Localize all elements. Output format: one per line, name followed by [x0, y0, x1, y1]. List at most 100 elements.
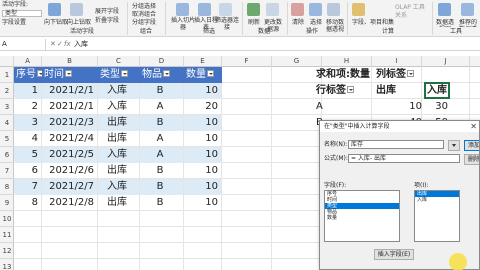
row-header[interactable]: 2: [0, 83, 14, 99]
active-field-input[interactable]: 类型: [2, 10, 42, 17]
row-header[interactable]: 12: [0, 243, 14, 259]
cancel-icon[interactable]: ✕: [50, 39, 56, 50]
filter-dropdown-icon[interactable]: [207, 69, 214, 77]
name-dropdown[interactable]: [448, 140, 460, 151]
table-cell[interactable]: A: [140, 131, 183, 147]
column-header[interactable]: G: [272, 56, 322, 67]
column-header[interactable]: D: [140, 56, 184, 67]
table-cell[interactable]: 1: [14, 83, 41, 99]
table-cell[interactable]: 2021/2/4: [42, 131, 97, 147]
chevron-down-icon[interactable]: [407, 69, 414, 77]
add-button[interactable]: 添加: [464, 140, 479, 151]
slicer-icon[interactable]: [176, 3, 189, 16]
table-header-cell[interactable]: 时间: [42, 67, 98, 83]
table-cell[interactable]: 8: [14, 195, 41, 211]
pivot-value-label[interactable]: 求和项:数量: [316, 67, 370, 83]
row-header[interactable]: 3: [0, 99, 14, 115]
group-field-button[interactable]: 分组字段: [132, 19, 156, 26]
group-selection-button[interactable]: 分组选择: [132, 3, 156, 10]
table-cell[interactable]: 20: [184, 99, 221, 115]
pivot-row-label[interactable]: 行标签: [316, 83, 354, 99]
change-source-icon[interactable]: [266, 3, 279, 16]
column-header[interactable]: F: [222, 56, 272, 67]
recommended-pivot-icon[interactable]: [461, 3, 474, 16]
column-header[interactable]: A: [14, 56, 42, 67]
table-cell[interactable]: 10: [184, 163, 221, 179]
column-header[interactable]: B: [42, 56, 98, 67]
table-cell[interactable]: 出库: [98, 115, 139, 131]
formula-input-field[interactable]: = 入库- 出库: [348, 154, 460, 163]
table-cell[interactable]: 入库: [98, 147, 139, 163]
table-cell[interactable]: 2021/2/5: [42, 147, 97, 163]
table-header-cell[interactable]: 类型: [98, 67, 140, 83]
chevron-down-icon[interactable]: [347, 85, 354, 93]
ungroup-button[interactable]: 取消组合: [132, 11, 156, 18]
row-header[interactable]: 11: [0, 227, 14, 243]
table-cell[interactable]: 入库: [98, 99, 139, 115]
column-header[interactable]: C: [98, 56, 140, 67]
table-cell[interactable]: 出库: [98, 195, 139, 211]
select-icon[interactable]: [309, 3, 322, 16]
table-cell[interactable]: 10: [184, 115, 221, 131]
list-item[interactable]: 数量: [325, 215, 399, 221]
refresh-icon[interactable]: [247, 3, 260, 16]
table-cell[interactable]: B: [140, 115, 183, 131]
table-cell[interactable]: B: [140, 83, 183, 99]
table-cell[interactable]: 2: [14, 99, 41, 115]
pivot-col-item-in[interactable]: 入库: [424, 82, 450, 99]
enter-icon[interactable]: ✓: [57, 39, 63, 50]
items-listbox[interactable]: 出库 入库: [414, 190, 460, 242]
filter-dropdown-icon[interactable]: [65, 69, 72, 77]
table-cell[interactable]: 10: [184, 131, 221, 147]
table-cell[interactable]: 5: [14, 147, 41, 163]
row-header[interactable]: 10: [0, 211, 14, 227]
fields-listbox[interactable]: 序号 时间 类型 物品 数量: [324, 190, 400, 242]
pivot-cell-a-in[interactable]: 30: [424, 99, 448, 115]
row-header[interactable]: 8: [0, 179, 14, 195]
name-box[interactable]: A: [0, 39, 46, 50]
table-cell[interactable]: 2021/2/6: [42, 163, 97, 179]
close-icon[interactable]: ✕: [470, 121, 477, 132]
row-header[interactable]: 1: [0, 67, 14, 83]
field-settings-button[interactable]: 字段设置: [2, 19, 26, 26]
table-cell[interactable]: 出库: [98, 163, 139, 179]
table-cell[interactable]: 2021/2/8: [42, 195, 97, 211]
fx-icon[interactable]: fx: [64, 39, 71, 50]
select-all-corner[interactable]: [0, 56, 14, 67]
pivot-col-label[interactable]: 列标签: [376, 67, 414, 83]
table-cell[interactable]: A: [140, 147, 183, 163]
row-header[interactable]: 5: [0, 131, 14, 147]
column-header[interactable]: E: [184, 56, 222, 67]
row-header[interactable]: 13: [0, 259, 14, 270]
drill-up-button[interactable]: 向上钻取: [67, 19, 91, 26]
table-header-cell[interactable]: 序号: [14, 67, 42, 83]
drill-down-icon[interactable]: [48, 3, 61, 16]
column-header[interactable]: K: [470, 56, 480, 67]
pivot-chart-icon[interactable]: [438, 3, 451, 16]
filter-connections-button[interactable]: 筛选器连接: [214, 17, 240, 31]
name-input[interactable]: 库存: [348, 140, 444, 149]
row-header[interactable]: 9: [0, 195, 14, 211]
table-cell[interactable]: 2021/2/1: [42, 99, 97, 115]
select-button[interactable]: 选择: [310, 19, 322, 26]
recommended-pivot-button[interactable]: 推荐的数据透视表: [457, 19, 479, 27]
table-cell[interactable]: B: [140, 179, 183, 195]
row-header[interactable]: 4: [0, 115, 14, 131]
clear-icon[interactable]: [291, 3, 304, 16]
table-cell[interactable]: 10: [184, 195, 221, 211]
pivot-row-a[interactable]: A: [316, 99, 323, 115]
table-cell[interactable]: 4: [14, 131, 41, 147]
insert-field-button[interactable]: 插入字段(E): [374, 249, 414, 260]
fields-items-sets-button[interactable]: 字段、项目和集: [352, 19, 394, 26]
formula-input[interactable]: 入库: [74, 39, 88, 50]
column-header[interactable]: H: [322, 56, 372, 67]
expand-field-button[interactable]: 展开字段: [95, 8, 119, 15]
table-header-cell[interactable]: 数量: [184, 67, 222, 83]
table-cell[interactable]: 入库: [98, 179, 139, 195]
table-cell[interactable]: B: [140, 195, 183, 211]
pivot-chart-button[interactable]: 数据透视图: [434, 19, 456, 27]
table-cell[interactable]: 6: [14, 163, 41, 179]
table-cell[interactable]: 出库: [98, 131, 139, 147]
table-cell[interactable]: 7: [14, 179, 41, 195]
table-cell[interactable]: B: [140, 163, 183, 179]
